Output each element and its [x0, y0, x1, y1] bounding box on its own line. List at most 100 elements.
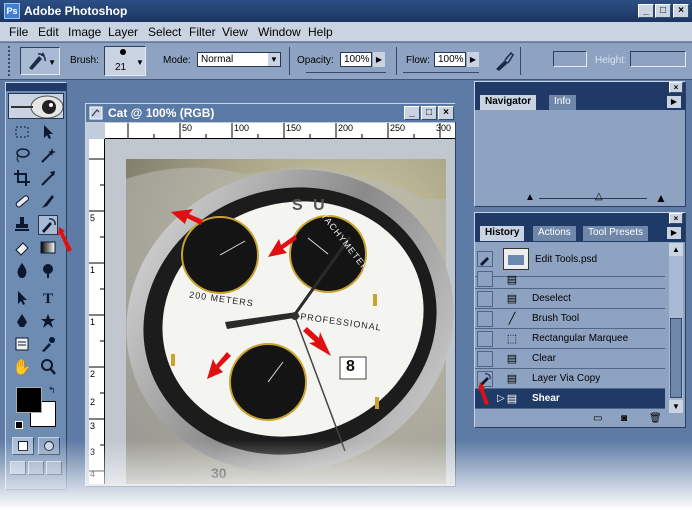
history-row[interactable]: ▤ Clear: [475, 349, 665, 369]
zoom-out-icon[interactable]: ▲: [525, 192, 535, 203]
close-button[interactable]: ×: [673, 4, 689, 18]
adobe-online-button[interactable]: [8, 93, 64, 119]
swap-colors-icon[interactable]: ↰: [48, 385, 56, 396]
hand-tool[interactable]: ✋: [12, 358, 32, 378]
flow-input[interactable]: 100%: [434, 52, 466, 67]
new-document-icon[interactable]: ▭: [593, 413, 602, 424]
snapshot-source-checkbox[interactable]: [477, 251, 493, 267]
history-tabbar: History Actions Tool Presets ▶: [475, 225, 685, 242]
blur-tool[interactable]: [12, 261, 32, 281]
zoom-slider-thumb[interactable]: △: [595, 191, 603, 202]
history-close-button[interactable]: ×: [669, 213, 683, 224]
path-selection-tool[interactable]: [12, 289, 32, 309]
default-colors-icon[interactable]: [15, 421, 23, 429]
menu-select[interactable]: Select: [148, 25, 181, 39]
menu-edit[interactable]: Edit: [38, 25, 59, 39]
type-tool[interactable]: T: [38, 289, 58, 309]
scroll-up-button[interactable]: ▲: [669, 243, 683, 256]
brush-tool[interactable]: [38, 192, 58, 212]
snapshot-camera-icon[interactable]: ◙: [621, 413, 627, 424]
flow-slider-toggle[interactable]: ▶: [467, 52, 479, 67]
navigator-close-button[interactable]: ×: [669, 82, 683, 93]
crop-tool[interactable]: [12, 169, 32, 189]
tool-preset-picker[interactable]: ▼: [20, 47, 60, 75]
notes-tool[interactable]: [12, 335, 32, 355]
opacity-input[interactable]: 100%: [340, 52, 372, 67]
menu-image[interactable]: Image: [68, 25, 101, 39]
move-tool[interactable]: [38, 123, 58, 143]
width-field[interactable]: [553, 51, 587, 67]
history-source-checkbox[interactable]: [477, 311, 493, 327]
state-document-icon: ▤: [506, 274, 518, 286]
doc-maximize-button[interactable]: □: [421, 106, 437, 120]
pen-tool[interactable]: [12, 312, 32, 332]
history-source-checkbox[interactable]: [477, 291, 493, 307]
gradient-tool[interactable]: [38, 238, 58, 258]
canvas-area[interactable]: S U TACHYMETER 200 METERS PROFESSIONAL 8…: [105, 139, 455, 484]
slice-tool[interactable]: [38, 169, 58, 189]
magic-wand-tool[interactable]: [38, 146, 58, 166]
menu-help[interactable]: Help: [308, 25, 333, 39]
history-row-selected[interactable]: ▷ ▤ Shear: [475, 389, 665, 409]
tab-info[interactable]: Info: [549, 95, 576, 110]
panel-menu-icon[interactable]: ▶: [667, 227, 681, 239]
menu-view[interactable]: View: [222, 25, 248, 39]
maximize-button[interactable]: □: [655, 4, 671, 18]
history-source-checkbox[interactable]: [477, 331, 493, 347]
flow-slider[interactable]: [403, 72, 479, 75]
dodge-tool[interactable]: [38, 261, 58, 281]
tab-navigator[interactable]: Navigator: [480, 95, 537, 110]
lasso-tool[interactable]: [12, 146, 32, 166]
doc-minimize-button[interactable]: _: [404, 106, 420, 120]
options-bar: ▼ Brush: 21 ▼ Mode: Normal ▼ Opacity: 10…: [0, 43, 692, 80]
document-title: Cat @ 100% (RGB): [108, 106, 215, 120]
history-row[interactable]: ⬚ Rectangular Marquee: [475, 329, 665, 349]
history-source-checkbox[interactable]: [477, 351, 493, 367]
clone-stamp-tool[interactable]: [12, 215, 32, 235]
minimize-button[interactable]: _: [638, 4, 654, 18]
history-source-checkbox[interactable]: [477, 271, 493, 287]
history-row[interactable]: ▤ Deselect: [475, 289, 665, 309]
zoom-tool[interactable]: [38, 358, 58, 378]
opacity-slider[interactable]: [306, 72, 386, 75]
state-document-icon: ▤: [506, 393, 518, 405]
menu-layer[interactable]: Layer: [108, 25, 138, 39]
healing-brush-tool[interactable]: [12, 192, 32, 212]
menu-file[interactable]: File: [9, 25, 28, 39]
scroll-down-button[interactable]: ▼: [669, 400, 683, 413]
history-list: Edit Tools.psd ▤ ▤ Deselect ╱ Brush Tool…: [475, 243, 667, 413]
zoom-in-icon[interactable]: ▲: [655, 191, 667, 205]
stamp-icon: [15, 217, 29, 231]
shape-tool[interactable]: [38, 312, 58, 332]
history-titlebar: ×: [475, 213, 685, 225]
opacity-slider-toggle[interactable]: ▶: [373, 52, 385, 67]
mode-select[interactable]: Normal ▼: [197, 52, 281, 67]
brush-tip-icon: [120, 49, 126, 55]
history-row[interactable]: ▤ Layer Via Copy: [475, 369, 665, 389]
panel-menu-icon[interactable]: ▶: [667, 96, 681, 108]
menu-filter[interactable]: Filter: [189, 25, 216, 39]
zoom-slider[interactable]: [539, 198, 647, 199]
title-bar: Ps Adobe Photoshop _ □ ×: [0, 0, 692, 22]
history-row[interactable]: ╱ Brush Tool: [475, 309, 665, 329]
tab-history[interactable]: History: [480, 226, 525, 241]
history-snapshot[interactable]: Edit Tools.psd: [475, 243, 665, 277]
tab-actions[interactable]: Actions: [533, 226, 576, 241]
height-field[interactable]: [630, 51, 686, 67]
history-scrollbar[interactable]: ▲ ▼: [669, 243, 683, 413]
mode-label: Mode:: [163, 55, 191, 66]
brush-picker[interactable]: 21 ▼: [104, 46, 146, 76]
tab-tool-presets[interactable]: Tool Presets: [583, 226, 649, 241]
airbrush-icon[interactable]: [493, 50, 515, 72]
marquee-tool[interactable]: [12, 123, 32, 143]
doc-close-button[interactable]: ×: [438, 106, 454, 120]
scroll-thumb[interactable]: [670, 318, 682, 398]
ruler-label: 50: [182, 123, 193, 133]
eraser-tool[interactable]: [12, 238, 32, 258]
history-brush-tool[interactable]: [38, 215, 58, 235]
menu-window[interactable]: Window: [258, 25, 301, 39]
history-state-label: Deselect: [532, 293, 571, 304]
history-row-partial[interactable]: ▤: [475, 271, 665, 289]
trash-icon[interactable]: 🗑: [649, 413, 662, 424]
eyedropper-tool[interactable]: [38, 335, 58, 355]
